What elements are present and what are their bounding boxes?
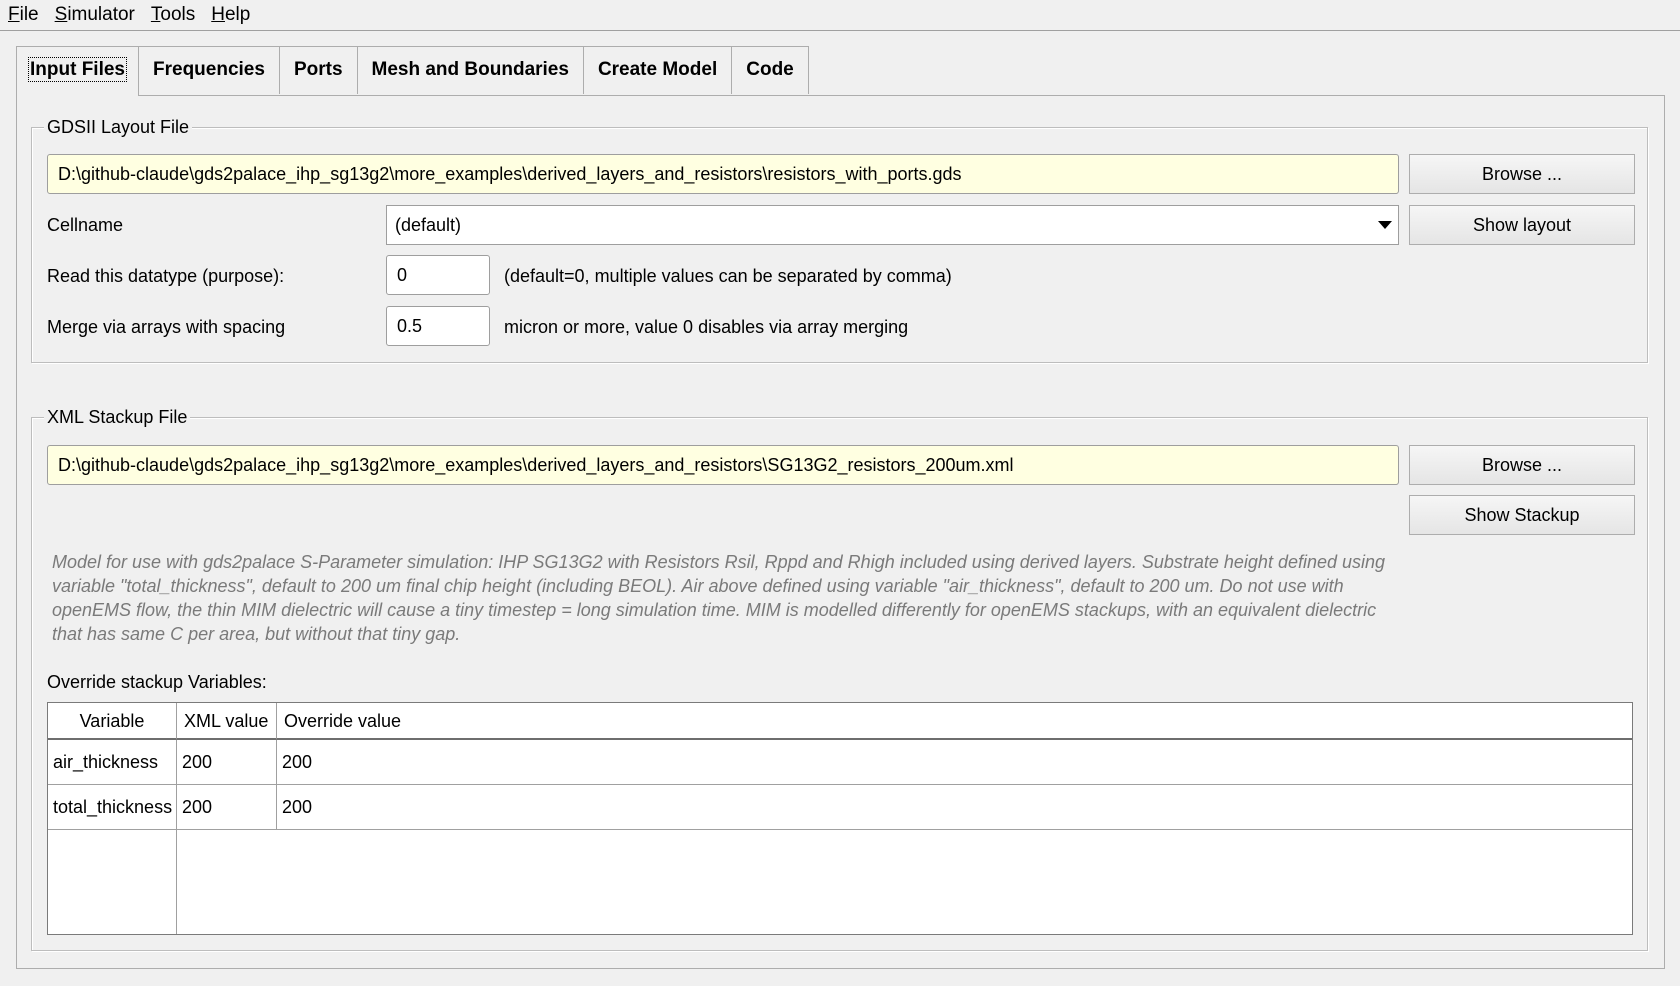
datatype-label: Read this datatype (purpose): <box>47 266 285 286</box>
gdsii-group-title: GDSII Layout File <box>44 115 193 139</box>
tab-bar: Input Files Frequencies Ports Mesh and B… <box>16 46 809 96</box>
xml-browse-button[interactable]: Browse ... <box>1409 445 1635 485</box>
table-header-xml-value[interactable]: XML value <box>177 703 277 740</box>
menu-help[interactable]: Help <box>203 0 258 30</box>
xml-group-title: XML Stackup File <box>44 405 191 429</box>
menu-tools[interactable]: Tools <box>143 0 203 30</box>
menu-bar: File Simulator Tools Help <box>0 0 1680 31</box>
menu-file[interactable]: File <box>0 0 47 30</box>
table-header-variable[interactable]: Variable <box>48 703 177 740</box>
tab-ports[interactable]: Ports <box>279 46 358 94</box>
merge-spacing-input[interactable]: 0.5 <box>386 306 490 346</box>
datatype-input[interactable]: 0 <box>386 255 490 295</box>
table-cell-xml-value[interactable]: 200 <box>177 785 277 830</box>
gds-browse-button[interactable]: Browse ... <box>1409 154 1635 194</box>
table-cell-variable[interactable]: air_thickness <box>48 740 177 785</box>
gds-file-path-input[interactable]: D:\github-claude\gds2palace_ihp_sg13g2\m… <box>47 154 1399 194</box>
merge-label: Merge via arrays with spacing <box>47 317 286 337</box>
override-variables-table: Variable XML value Override value air_th… <box>47 702 1633 935</box>
tab-input-files[interactable]: Input Files <box>16 46 139 96</box>
cellname-combo[interactable]: (default) <box>386 205 1399 245</box>
override-variables-label: Override stackup Variables: <box>47 672 267 692</box>
table-cell-override-value[interactable]: 200 <box>277 740 1632 785</box>
table-cell-xml-value[interactable]: 200 <box>177 740 277 785</box>
menu-simulator[interactable]: Simulator <box>47 0 143 30</box>
cellname-combo-value: (default) <box>395 215 462 235</box>
tab-frequencies[interactable]: Frequencies <box>139 46 280 94</box>
chevron-down-icon <box>1376 206 1394 244</box>
show-stackup-button[interactable]: Show Stackup <box>1409 495 1635 535</box>
merge-hint: micron or more, value 0 disables via arr… <box>504 317 909 337</box>
tab-create-model[interactable]: Create Model <box>583 46 733 94</box>
tab-mesh-and-boundaries[interactable]: Mesh and Boundaries <box>357 46 584 94</box>
table-cell-override-value[interactable]: 200 <box>277 785 1632 830</box>
show-layout-button[interactable]: Show layout <box>1409 205 1635 245</box>
table-header-override-value[interactable]: Override value <box>277 703 1632 740</box>
tab-code[interactable]: Code <box>732 46 809 94</box>
datatype-hint: (default=0, multiple values can be separ… <box>504 266 952 286</box>
xml-file-path-input[interactable]: D:\github-claude\gds2palace_ihp_sg13g2\m… <box>47 445 1399 485</box>
stackup-description: Model for use with gds2palace S-Paramete… <box>52 552 1386 644</box>
table-empty-area <box>48 830 177 934</box>
cellname-label: Cellname <box>47 215 124 235</box>
table-cell-variable[interactable]: total_thickness <box>48 785 177 830</box>
